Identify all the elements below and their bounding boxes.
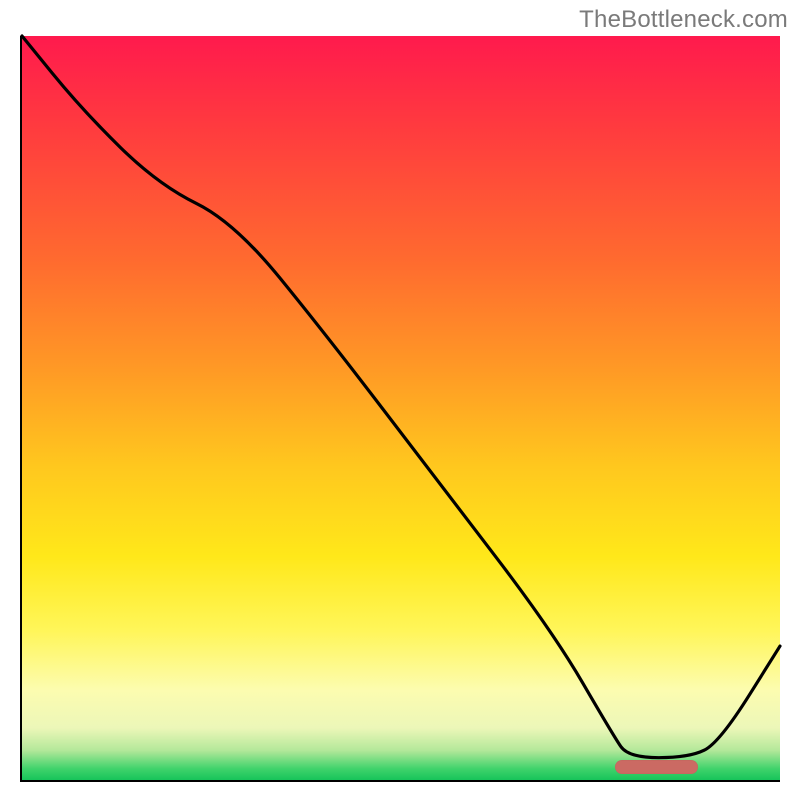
curve-svg bbox=[22, 36, 780, 780]
curve-path bbox=[22, 36, 780, 758]
watermark-text: TheBottleneck.com bbox=[579, 6, 788, 34]
chart-frame: TheBottleneck.com bbox=[0, 0, 800, 800]
plot-area bbox=[20, 36, 780, 782]
marker-segment bbox=[615, 760, 699, 774]
